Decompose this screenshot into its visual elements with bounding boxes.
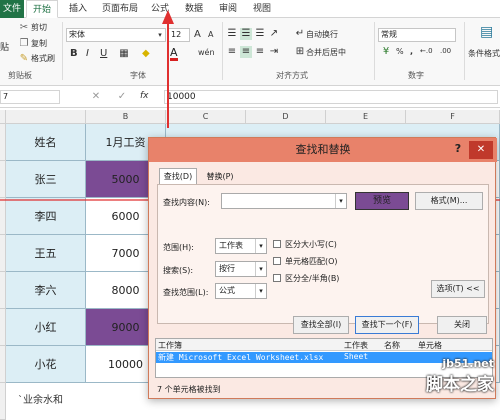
find-next-button[interactable]: 查找下一个(F) [355, 316, 419, 334]
watermark-brand: 脚本之家 [426, 370, 494, 395]
dialog-title: 查找和替换 [149, 138, 497, 162]
options-button[interactable]: 选项(T) << [431, 280, 485, 298]
watermark-site: jb51.net [426, 357, 494, 370]
watermark: jb51.net 脚本之家 [426, 357, 494, 395]
chevron-down-icon: ▾ [335, 194, 346, 208]
help-button[interactable]: ? [451, 142, 465, 158]
chevron-down-icon: ▾ [255, 239, 266, 253]
chevron-down-icon: ▾ [255, 284, 266, 298]
within-label: 范围(H): [163, 242, 194, 253]
result-sheet: Sheet [344, 352, 368, 361]
look-in-label: 查找范围(L): [163, 287, 208, 298]
chevron-down-icon: ▾ [255, 262, 266, 276]
results-header-workbook[interactable]: 工作簿 [158, 340, 182, 351]
search-label: 搜索(S): [163, 265, 193, 276]
close-button[interactable]: 关闭 [437, 316, 487, 334]
tab-find[interactable]: 查找(D) [159, 168, 197, 184]
format-preview: 预览 [355, 192, 409, 210]
match-case-checkbox[interactable] [273, 240, 281, 248]
results-status: 7 个单元格被找到 [157, 384, 221, 395]
format-button[interactable]: 格式(M)... [415, 192, 483, 210]
find-what-label: 查找内容(N): [163, 197, 210, 208]
annotation-arrow-head [162, 10, 174, 24]
look-in-select[interactable]: 公式▾ [215, 283, 267, 299]
find-what-input[interactable]: ▾ [221, 193, 347, 209]
results-header-name[interactable]: 名称 [384, 340, 400, 351]
match-width-label: 区分全/半角(B) [285, 273, 339, 284]
results-header-sheet[interactable]: 工作表 [344, 340, 368, 351]
match-case-label: 区分大小写(C) [285, 239, 337, 250]
within-select[interactable]: 工作表▾ [215, 238, 267, 254]
results-header [156, 339, 493, 351]
match-cell-label: 单元格匹配(O) [285, 256, 338, 267]
close-icon[interactable]: ✕ [469, 141, 493, 159]
results-header-cell[interactable]: 单元格 [418, 340, 442, 351]
tab-replace[interactable]: 替换(P) [201, 169, 239, 184]
match-width-checkbox[interactable] [273, 274, 281, 282]
find-all-button[interactable]: 查找全部(I) [293, 316, 349, 334]
match-cell-checkbox[interactable] [273, 257, 281, 265]
result-workbook: 新建 Microsoft Excel Worksheet.xlsx [158, 352, 323, 363]
search-select[interactable]: 按行▾ [215, 261, 267, 277]
